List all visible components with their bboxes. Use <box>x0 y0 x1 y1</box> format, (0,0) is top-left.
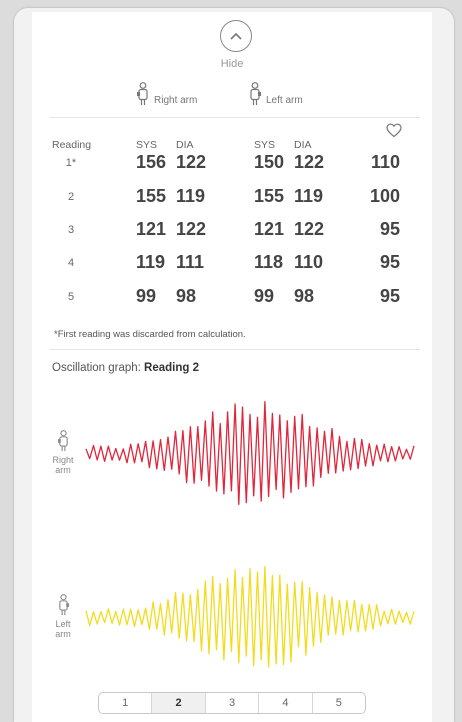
right-dia-value: 119 <box>176 186 206 206</box>
right-dia-value: 98 <box>176 286 197 306</box>
left-sys-value: 121 <box>254 219 285 239</box>
oscillation-trace <box>85 401 415 505</box>
right-arm-oscillation-graph <box>85 401 415 505</box>
page-button[interactable]: 5 <box>311 693 365 713</box>
oscillation-reading: Reading 2 <box>144 362 200 374</box>
right-sys-value: 99 <box>136 286 157 306</box>
readings-card: Hide Right arm Left arm Reading SYS DIA … <box>32 12 432 722</box>
right-arm-header: Right arm <box>136 82 197 106</box>
left-dia-value: 98 <box>294 286 315 306</box>
hide-button[interactable] <box>220 20 252 52</box>
table-row: 2 155 119 155 119 100 <box>32 182 432 212</box>
right-label-line1: Right <box>52 455 74 465</box>
pulse-value: 110 <box>370 152 400 172</box>
right-dia-value: 122 <box>176 152 207 172</box>
page-button[interactable]: 4 <box>258 693 311 713</box>
right-dia-value: 122 <box>176 219 207 239</box>
page-button[interactable]: 1 <box>99 693 151 713</box>
left-dia-value: 122 <box>294 219 325 239</box>
person-arm-icon <box>57 430 68 452</box>
pulse-value: 95 <box>379 252 400 272</box>
right-arm-label: Right arm <box>154 95 198 106</box>
heart-icon <box>386 123 402 138</box>
chevron-up-icon <box>230 32 242 40</box>
table-row: 3 121 122 121 122 95 <box>32 215 432 245</box>
footnote: *First reading was discarded from calcul… <box>54 329 246 340</box>
oscillation-trace <box>85 565 415 668</box>
right-label-line2: arm <box>55 465 71 475</box>
reading-pager: 1 2 3 4 5 <box>98 692 366 714</box>
right-sys-value: 119 <box>136 252 166 272</box>
pulse-value: 95 <box>379 219 400 239</box>
left-dia-value: 122 <box>294 152 325 172</box>
reading-label: 2 <box>67 191 75 203</box>
right-sys-value: 156 <box>136 152 167 172</box>
left-dia-value: 119 <box>294 186 324 206</box>
right-sys-value: 155 <box>136 186 167 206</box>
page-button[interactable]: 3 <box>204 693 258 713</box>
reading-label: 5 <box>67 291 75 303</box>
page-button[interactable]: 2 <box>151 693 205 713</box>
table-row: 5 99 98 99 98 95 <box>32 282 432 312</box>
oscillation-title: Oscillation graph: Reading 2 <box>52 362 199 374</box>
pulse-value: 95 <box>379 286 400 306</box>
left-arm-label: Left arm <box>266 95 303 106</box>
table-row: 4 119 111 118 110 95 <box>32 248 432 278</box>
left-label-line1: Left <box>55 619 71 629</box>
right-arm-graph-label: Right arm <box>46 430 80 475</box>
reading-label: 3 <box>67 224 75 236</box>
left-sys-value: 150 <box>254 152 285 172</box>
left-dia-value: 110 <box>294 252 324 272</box>
table-row: 1* 156 122 150 122 110 <box>32 148 432 178</box>
right-sys-value: 121 <box>136 219 167 239</box>
person-arm-icon <box>58 594 69 616</box>
oscillation-title-prefix: Oscillation graph: <box>52 362 145 374</box>
hide-label: Hide <box>220 58 244 70</box>
reading-label: 1* <box>65 157 77 169</box>
left-arm-graph-label: Left arm <box>46 594 80 639</box>
left-sys-value: 118 <box>254 252 284 272</box>
reading-label: 4 <box>67 257 75 269</box>
pulse-value: 100 <box>369 186 400 206</box>
left-sys-value: 155 <box>254 186 285 206</box>
divider <box>50 349 420 350</box>
left-arm-header: Left arm <box>248 82 303 106</box>
person-arm-icon <box>137 82 148 105</box>
right-dia-value: 111 <box>176 252 205 272</box>
left-label-line2: arm <box>55 629 71 639</box>
left-arm-oscillation-graph <box>85 565 415 668</box>
left-sys-value: 99 <box>254 286 275 306</box>
divider <box>50 117 420 118</box>
person-arm-icon <box>250 82 261 105</box>
